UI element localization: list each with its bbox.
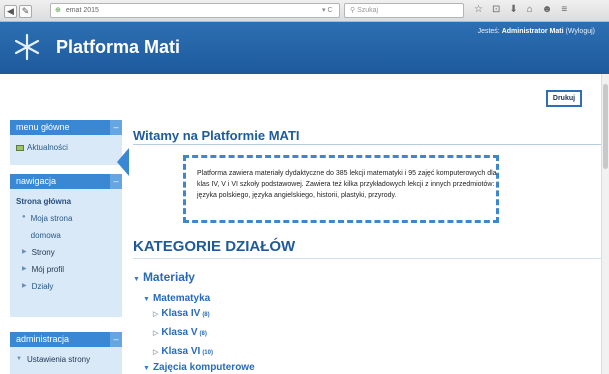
- expand-arrow-icon: ▶: [22, 266, 27, 272]
- site-header: Platforma Mati Jesteś: Administrator Mat…: [0, 22, 609, 74]
- site-title[interactable]: Platforma Mati: [56, 37, 180, 58]
- main-menu-header: menu główne –: [10, 120, 122, 135]
- expand-arrow-icon: ▶: [22, 283, 27, 289]
- intro-box: Platforma zawiera materiały dydaktyczne …: [183, 155, 499, 223]
- navigation-body: Strona główna ● Moja strona domowa ▶ Stron…: [10, 189, 122, 317]
- search-input[interactable]: ⚲ Szukaj: [344, 3, 464, 18]
- item-count: (10): [202, 350, 213, 356]
- home-icon[interactable]: ⌂: [527, 4, 533, 15]
- reader-icon[interactable]: ⊡: [492, 4, 500, 15]
- news-icon: [16, 144, 24, 151]
- bookmark-star-icon[interactable]: ☆: [474, 4, 483, 15]
- page-content: Drukuj menu główne – Aktualności nawigac…: [0, 74, 609, 374]
- category-computer[interactable]: ▼ Zajęcia komputerowe: [143, 362, 255, 373]
- sidebar-item-profile[interactable]: ▶ Mój profil: [16, 261, 117, 278]
- sidebar-item-label: Działy: [31, 282, 54, 291]
- collapse-arrow-icon: ▼: [143, 365, 150, 372]
- login-prefix: Jesteś:: [477, 28, 500, 35]
- navigation-title: nawigacja: [16, 176, 57, 186]
- browser-toolbar: ◀ ✎ ⊕ emat 2015 ▾ C ⚲ Szukaj ☆ ⊡ ⬇ ⌂ ☻ ≡: [0, 0, 609, 22]
- expand-arrow-icon: ▷: [153, 349, 159, 356]
- logout-link[interactable]: (Wyloguj): [566, 28, 596, 35]
- social-icon[interactable]: ☻: [542, 4, 553, 15]
- sidebar-item-label: Strony: [31, 248, 55, 257]
- category-label: Matematyka: [152, 293, 211, 304]
- star-logo-icon: [14, 33, 40, 61]
- download-icon[interactable]: ⬇: [509, 4, 517, 15]
- scrollbar-thumb[interactable]: [603, 84, 608, 169]
- sidebar-notch: [117, 148, 129, 176]
- category-class-5[interactable]: ▷ Klasa V (8): [153, 327, 207, 338]
- reload-icon[interactable]: ▾ C: [322, 6, 333, 14]
- category-class-6[interactable]: ▷ Klasa VI (10): [153, 346, 213, 357]
- expand-arrow-icon: ▶: [22, 249, 27, 255]
- globe-icon: ⊕: [55, 7, 61, 14]
- bullet-icon: ●: [22, 214, 26, 220]
- administration-body: ▼ Ustawienia strony: [10, 347, 122, 374]
- expand-arrow-icon: ▷: [153, 311, 159, 318]
- administration-title: administracja: [16, 334, 70, 344]
- main-menu-block: menu główne – Aktualności: [10, 120, 122, 165]
- scrollbar[interactable]: [601, 74, 609, 374]
- navigation-block: nawigacja – Strona główna ● Moja strona d…: [10, 174, 122, 317]
- sidebar-item-news[interactable]: Aktualności: [16, 139, 117, 156]
- divider: [133, 144, 603, 145]
- administration-header: administracja –: [10, 332, 122, 347]
- tools-icon[interactable]: ✎: [19, 4, 32, 18]
- category-label: Klasa VI: [161, 346, 201, 357]
- sidebar-item-label: Aktualności: [27, 143, 68, 152]
- category-label: Klasa V: [161, 327, 198, 338]
- sidebar-item-home[interactable]: Strona główna: [16, 193, 117, 210]
- main-menu-body: Aktualności: [10, 135, 122, 165]
- sidebar-item-label: Moja strona domowa: [30, 214, 73, 240]
- collapse-arrow-icon: ▼: [16, 356, 22, 362]
- search-placeholder: Szukaj: [357, 7, 379, 14]
- expand-arrow-icon: ▷: [153, 330, 159, 337]
- category-label: Zajęcia komputerowe: [152, 362, 255, 373]
- sidebar-item-settings[interactable]: ▼ Ustawienia strony: [16, 351, 117, 368]
- item-count: (8): [199, 331, 207, 337]
- login-info: Jesteś: Administrator Mati (Wyloguj): [478, 28, 595, 35]
- main-menu-title: menu główne: [16, 122, 70, 132]
- sidebar-item-label: Mój profil: [31, 265, 65, 274]
- welcome-heading: Witamy na Platformie MATI: [133, 128, 300, 143]
- print-button[interactable]: Drukuj: [546, 90, 582, 107]
- item-count: (8): [202, 312, 210, 318]
- category-label: Klasa IV: [161, 308, 201, 319]
- back-arrow-icon[interactable]: ◀: [4, 4, 17, 18]
- categories-heading: KATEGORIE DZIAŁÓW: [133, 238, 296, 255]
- administration-block: administracja – ▼ Ustawienia strony: [10, 332, 122, 374]
- collapse-icon[interactable]: –: [110, 174, 122, 189]
- user-link[interactable]: Administrator Mati: [502, 28, 564, 35]
- collapse-arrow-icon: ▼: [133, 276, 140, 283]
- sidebar-item-pages[interactable]: ▶ Strony: [16, 244, 117, 261]
- category-materials[interactable]: ▼ Materiały: [133, 270, 195, 284]
- address-text: emat 2015: [65, 7, 99, 14]
- intro-text: Platforma zawiera materiały dydaktyczne …: [197, 170, 497, 199]
- category-math[interactable]: ▼ Matematyka: [143, 293, 210, 304]
- collapse-arrow-icon: ▼: [143, 296, 150, 303]
- divider: [133, 258, 603, 259]
- navigation-header: nawigacja –: [10, 174, 122, 189]
- collapse-icon[interactable]: –: [110, 332, 122, 347]
- sidebar-item-sections[interactable]: ▶ Działy: [16, 278, 117, 295]
- category-class-4[interactable]: ▷ Klasa IV (8): [153, 308, 210, 319]
- browser-tools: ☆ ⊡ ⬇ ⌂ ☻ ≡: [474, 4, 567, 15]
- browser-nav: ◀ ✎: [4, 4, 32, 18]
- category-label: Materiały: [142, 270, 195, 284]
- address-bar[interactable]: ⊕ emat 2015: [50, 3, 340, 18]
- menu-icon[interactable]: ≡: [561, 4, 567, 15]
- collapse-icon[interactable]: –: [110, 120, 122, 135]
- sidebar-item-label: Ustawienia strony: [26, 355, 91, 364]
- sidebar-item-my-home[interactable]: ● Moja strona domowa: [16, 210, 117, 244]
